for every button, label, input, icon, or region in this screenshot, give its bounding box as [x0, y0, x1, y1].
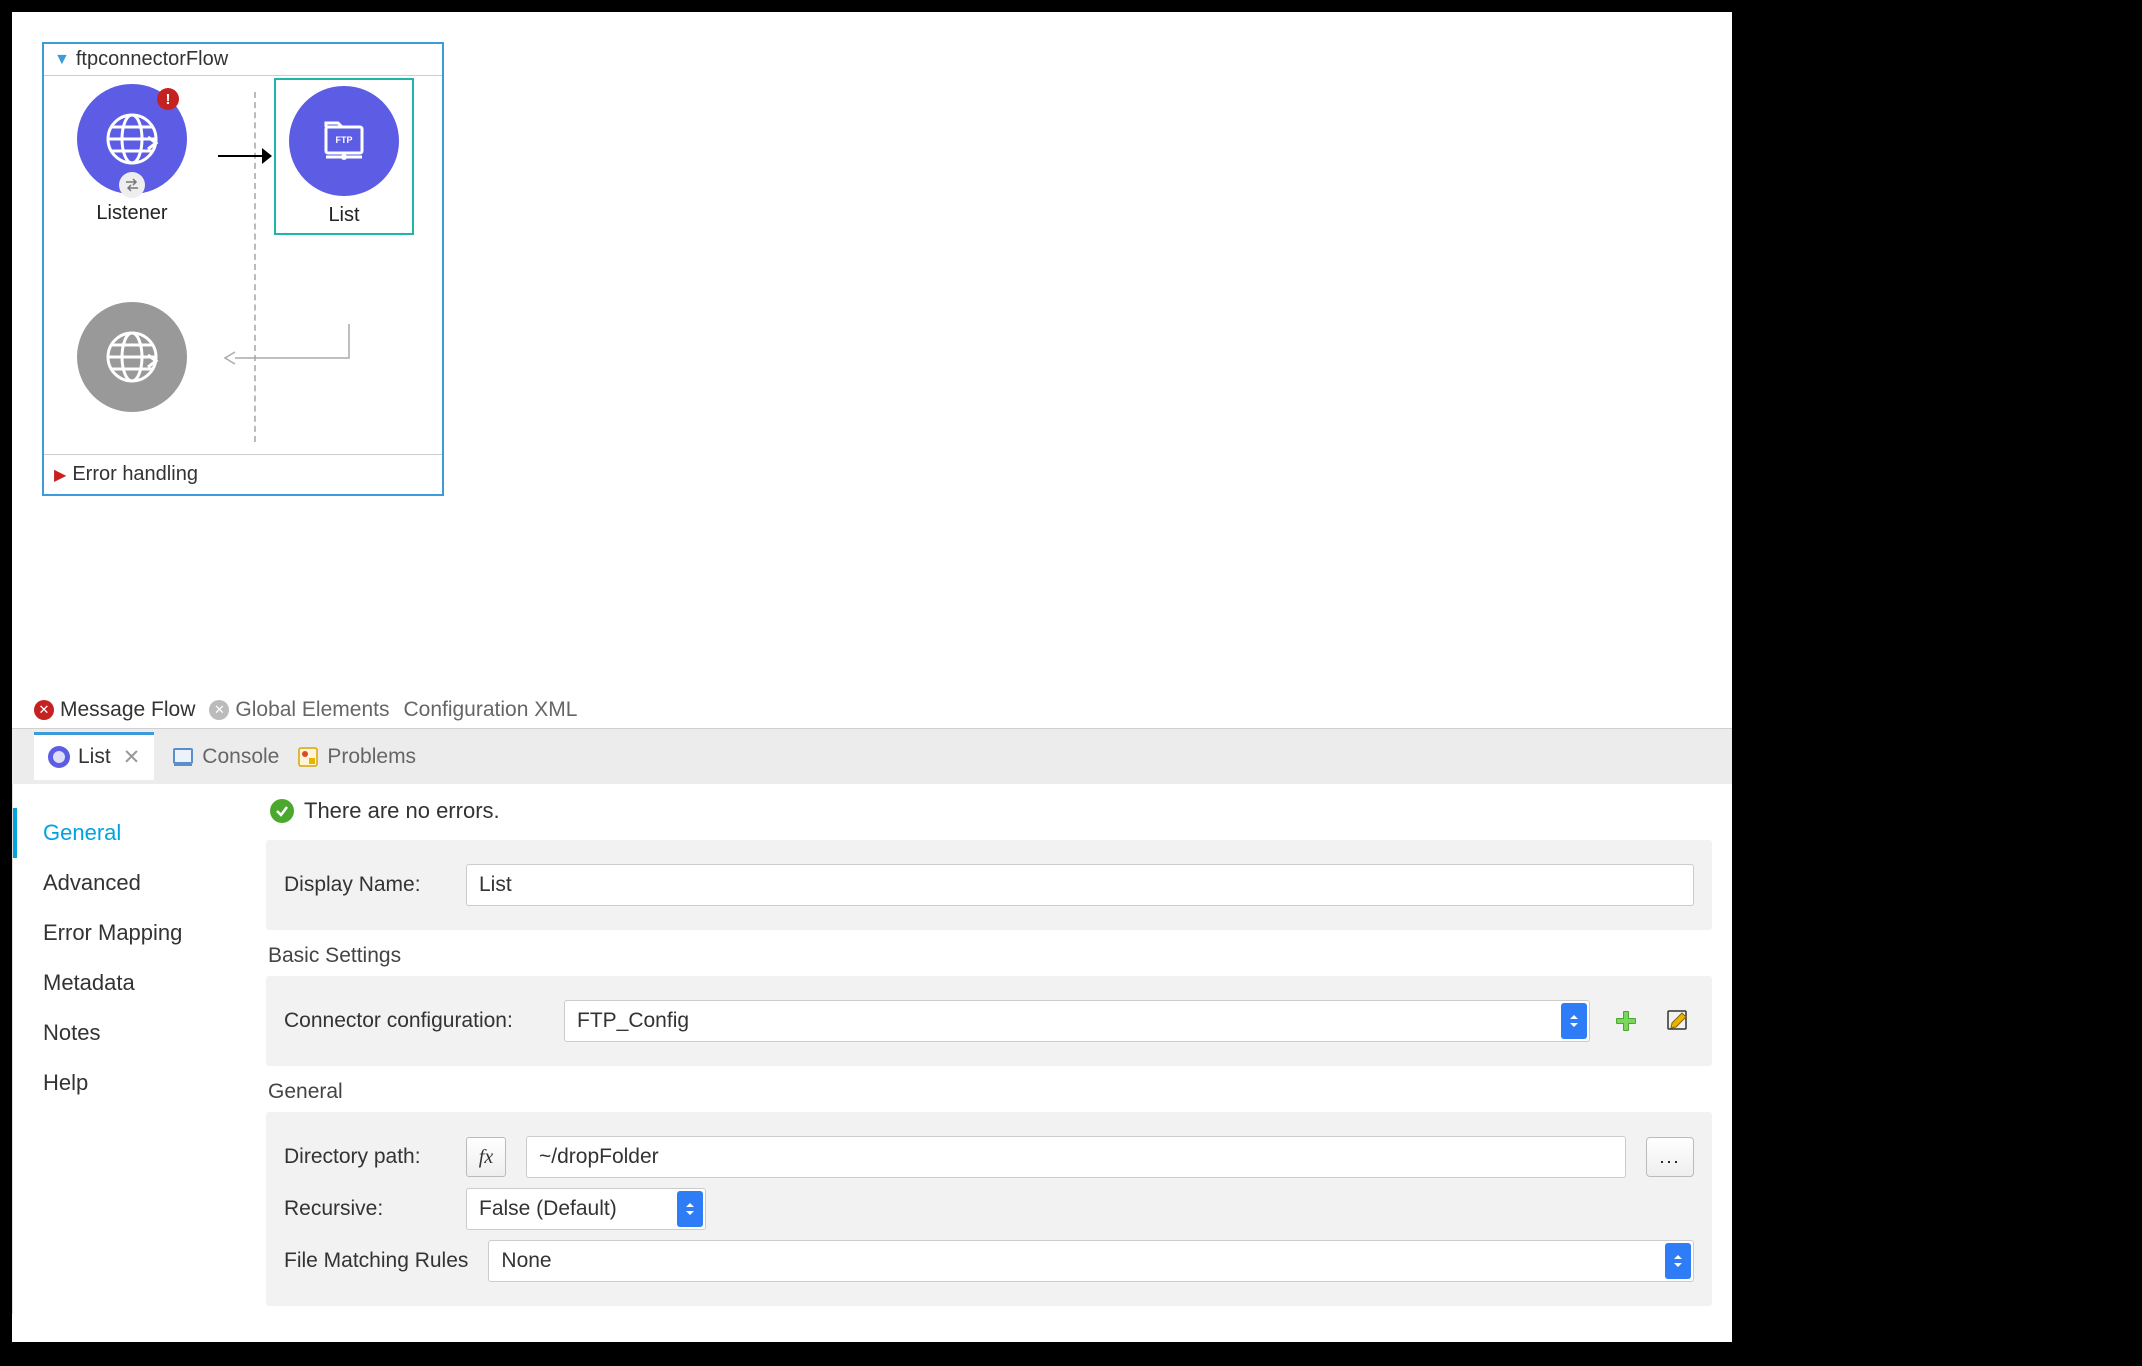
display-name-section: Display Name: — [266, 840, 1712, 930]
sidenav-general[interactable]: General — [13, 808, 262, 858]
tab-message-flow[interactable]: ✕ Message Flow — [34, 698, 195, 722]
list-circle: FTP — [289, 86, 399, 196]
connector-config-value: FTP_Config — [577, 1009, 689, 1033]
sidenav-advanced[interactable]: Advanced — [13, 858, 262, 908]
close-icon[interactable]: ✕ — [123, 745, 141, 770]
check-icon — [270, 799, 294, 823]
connector-config-label: Connector configuration: — [284, 1009, 544, 1033]
list-node[interactable]: FTP List — [274, 78, 414, 235]
panel-tab-list-label: List — [78, 745, 111, 769]
response-circle — [77, 302, 187, 412]
display-name-input[interactable] — [466, 864, 1694, 906]
sidenav-help[interactable]: Help — [13, 1058, 262, 1108]
recursive-value: False (Default) — [479, 1197, 617, 1221]
problems-icon — [297, 746, 319, 768]
bottom-panel: ✕ Message Flow ✕ Global Elements Configu… — [12, 692, 1732, 1342]
tab-config-xml[interactable]: Configuration XML — [403, 698, 577, 722]
tab-global-elements-label: Global Elements — [235, 698, 389, 722]
status-message: There are no errors. — [304, 798, 500, 824]
panel-tab-console[interactable]: Console — [172, 745, 279, 769]
select-caret-icon-3 — [1665, 1243, 1691, 1279]
mule-icon — [48, 746, 70, 768]
status-row: There are no errors. — [266, 798, 1712, 824]
flow-title: ftpconnectorFlow — [76, 48, 228, 71]
basic-settings-section: Connector configuration: FTP_Config — [266, 976, 1712, 1066]
app-root: ▼ ftpconnectorFlow ! — [12, 12, 1732, 1342]
general-section: Directory path: fx ... Recursive: False … — [266, 1112, 1712, 1306]
flow-arrow — [218, 144, 272, 168]
svg-text:FTP: FTP — [336, 135, 353, 145]
directory-path-label: Directory path: — [284, 1145, 446, 1169]
error-handling-section[interactable]: ▶ Error handling — [44, 455, 442, 494]
sidenav-error-mapping[interactable]: Error Mapping — [13, 908, 262, 958]
file-matching-select[interactable]: None — [488, 1240, 1694, 1282]
properties-panel: General Advanced Error Mapping Metadata … — [12, 784, 1732, 1314]
add-config-button[interactable] — [1610, 1005, 1642, 1037]
select-caret-icon — [1561, 1003, 1587, 1039]
file-matching-value: None — [501, 1249, 551, 1273]
directory-path-input[interactable] — [526, 1136, 1626, 1178]
expand-down-icon: ▼ — [54, 51, 70, 69]
edit-config-button[interactable] — [1662, 1005, 1694, 1037]
basic-settings-title: Basic Settings — [268, 944, 1712, 968]
tab-message-flow-label: Message Flow — [60, 698, 195, 722]
plus-icon — [1614, 1009, 1638, 1033]
general-title: General — [268, 1080, 1712, 1104]
edit-icon — [1666, 1009, 1690, 1033]
exchange-badge-icon — [119, 172, 145, 198]
error-dot-grey-icon: ✕ — [209, 700, 229, 720]
connector-config-select[interactable]: FTP_Config — [564, 1000, 1590, 1042]
listener-label: Listener — [96, 202, 167, 225]
error-badge-icon: ! — [157, 88, 179, 110]
flow-canvas: ▼ ftpconnectorFlow ! — [12, 12, 1732, 692]
display-name-label: Display Name: — [284, 873, 446, 897]
panel-tab-list[interactable]: List ✕ — [34, 732, 154, 780]
panel-tab-console-label: Console — [202, 745, 279, 769]
error-handling-label: Error handling — [72, 463, 198, 486]
response-node[interactable] — [62, 302, 202, 412]
editor-view-tabs: ✕ Message Flow ✕ Global Elements Configu… — [12, 692, 1732, 728]
sidenav-metadata[interactable]: Metadata — [13, 958, 262, 1008]
fx-button[interactable]: fx — [466, 1137, 506, 1177]
sidenav-notes[interactable]: Notes — [13, 1008, 262, 1058]
globe-grey-icon — [102, 327, 162, 387]
list-label: List — [328, 204, 359, 227]
panel-tabstrip: List ✕ Console Problems — [12, 728, 1732, 784]
panel-tab-problems[interactable]: Problems — [297, 745, 416, 769]
panel-tab-problems-label: Problems — [327, 745, 416, 769]
file-matching-label: File Matching Rules — [284, 1249, 468, 1273]
flow-container[interactable]: ▼ ftpconnectorFlow ! — [42, 42, 444, 496]
ftp-icon: FTP — [316, 113, 372, 169]
expand-right-icon: ▶ — [54, 465, 66, 485]
properties-sidenav: General Advanced Error Mapping Metadata … — [12, 784, 262, 1314]
recursive-label: Recursive: — [284, 1197, 446, 1221]
listener-node[interactable]: ! Listener — [62, 84, 202, 225]
select-caret-icon-2 — [677, 1191, 703, 1227]
properties-form: There are no errors. Display Name: Basic… — [262, 784, 1732, 1314]
return-connector — [219, 324, 379, 444]
tab-config-xml-label: Configuration XML — [403, 698, 577, 722]
globe-icon — [102, 109, 162, 169]
error-dot-icon: ✕ — [34, 700, 54, 720]
recursive-select[interactable]: False (Default) — [466, 1188, 706, 1230]
flow-body: ! Listener FTP — [44, 75, 442, 455]
tab-global-elements[interactable]: ✕ Global Elements — [209, 698, 389, 722]
flow-header[interactable]: ▼ ftpconnectorFlow — [44, 44, 442, 75]
listener-circle: ! — [77, 84, 187, 194]
console-icon — [172, 746, 194, 768]
browse-button[interactable]: ... — [1646, 1137, 1694, 1177]
